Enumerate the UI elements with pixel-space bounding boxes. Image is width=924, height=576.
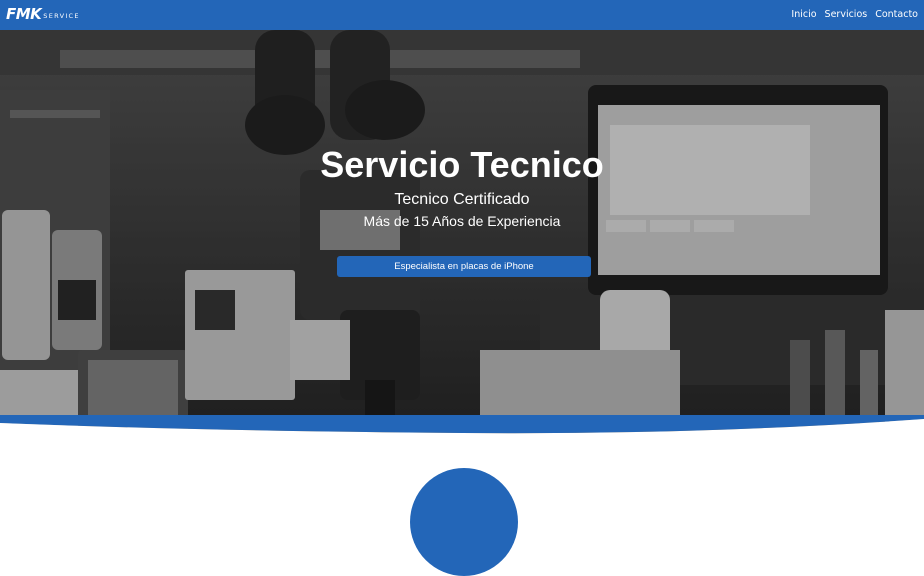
- nav-link-inicio[interactable]: Inicio: [791, 9, 816, 20]
- service-circle-icon: [410, 468, 518, 576]
- hero-title: Servicio Tecnico: [320, 144, 604, 185]
- hero-bottom-wave: [0, 415, 924, 445]
- logo-subtext: SERVICE: [43, 12, 80, 20]
- hero-subtitle-experience: Más de 15 Años de Experiencia: [363, 213, 561, 229]
- hero-section: Servicio Tecnico Tecnico Certificado Más…: [0, 30, 924, 440]
- nav-link-contacto[interactable]: Contacto: [875, 9, 918, 20]
- cta-iphone-boards-button[interactable]: Especialista en placas de iPhone: [337, 256, 591, 277]
- nav-link-servicios[interactable]: Servicios: [825, 9, 868, 20]
- top-navbar: FMK SERVICE Inicio Servicios Contacto: [0, 0, 924, 30]
- hero-overlay: [0, 30, 924, 440]
- brand-logo[interactable]: FMK SERVICE: [6, 7, 80, 22]
- logo-wordmark: FMK: [6, 5, 42, 23]
- hero-subtitle-certified: Tecnico Certificado: [394, 191, 530, 208]
- main-nav: Inicio Servicios Contacto: [791, 9, 918, 20]
